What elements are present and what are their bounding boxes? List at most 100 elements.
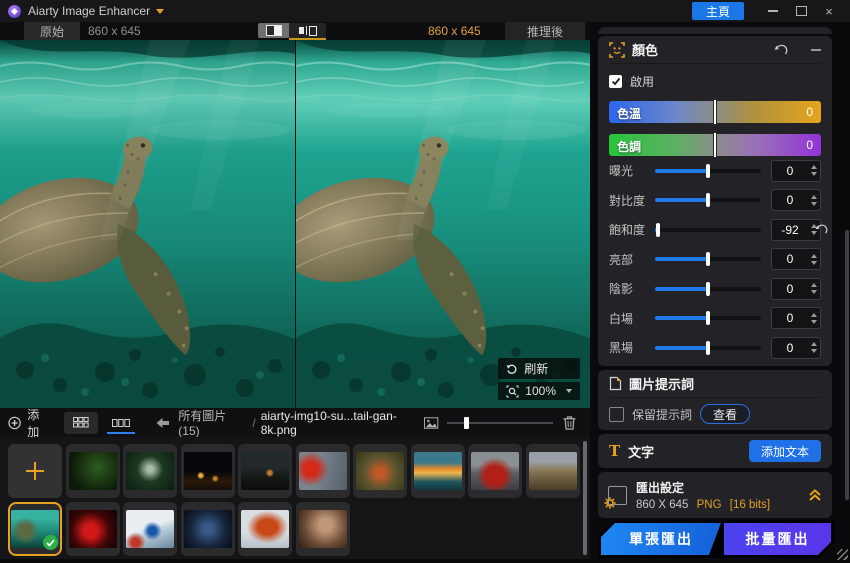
panel-scrollbar[interactable] [845, 230, 849, 500]
delete-button[interactable] [563, 416, 576, 430]
shadows-value: 0 [772, 282, 808, 296]
temperature-slider[interactable]: 色溫 0 [609, 101, 821, 123]
exposure-label: 曝光 [609, 162, 655, 179]
minimize-button[interactable] [760, 1, 786, 21]
after-image[interactable]: 刷新 100% [295, 40, 591, 408]
view-sidebyside-toggle[interactable] [289, 23, 326, 38]
export-settings[interactable]: 匯出設定 860 X 645 PNG [16 bits] [598, 472, 832, 518]
prompt-page-icon [609, 376, 622, 391]
export-single-button[interactable]: 單張匯出 [601, 523, 721, 555]
zoom-level-value: 100% [525, 384, 556, 398]
tab-after[interactable]: 推理後 [505, 22, 585, 40]
maximize-button[interactable] [788, 1, 814, 21]
title-dropdown-icon[interactable] [156, 9, 164, 14]
resize-grip[interactable] [837, 549, 848, 560]
refresh-icon [506, 363, 518, 375]
magnifier-icon [506, 385, 519, 398]
slider-row-shadows: 陰影 0 [609, 274, 821, 304]
saturation-undo-icon[interactable] [815, 223, 829, 235]
export-button-dock: 單張匯出 批量匯出 [598, 520, 834, 558]
thumbnail-size-slider[interactable] [447, 417, 553, 429]
thumbnail-heron[interactable] [123, 444, 177, 498]
add-images-label: 添加 [27, 406, 50, 440]
exposure-value-box[interactable]: 0 [771, 160, 821, 182]
home-button[interactable]: 主頁 [692, 2, 744, 20]
whites-value: 0 [772, 311, 808, 325]
view-split-toggle[interactable] [258, 23, 289, 38]
exposure-stepper[interactable] [808, 165, 820, 176]
contrast-slider[interactable] [655, 198, 761, 202]
breadcrumb-filename: aiarty-img10-su...tail-gan-8k.png [261, 409, 425, 437]
shadows-label: 陰影 [609, 280, 655, 297]
view-prompt-button[interactable]: 查看 [700, 404, 750, 424]
thumbnail-lake-house[interactable] [238, 444, 292, 498]
thumbnail-octopus[interactable] [181, 502, 235, 556]
thumbnail-woman-portrait[interactable] [296, 502, 350, 556]
add-image-tile[interactable] [8, 444, 62, 498]
thumbnail-kid-portrait[interactable] [353, 444, 407, 498]
thumbnail-sea-turtle-selected[interactable] [8, 502, 62, 556]
shadows-value-box[interactable]: 0 [771, 278, 821, 300]
contrast-value-box[interactable]: 0 [771, 189, 821, 211]
slider-row-highlights: 亮部 0 [609, 245, 821, 275]
highlights-value-box[interactable]: 0 [771, 248, 821, 270]
close-button[interactable]: × [816, 1, 842, 21]
blacks-stepper[interactable] [808, 342, 820, 353]
blacks-value-box[interactable]: 0 [771, 337, 821, 359]
breadcrumb-all-images[interactable]: 所有圖片 (15) [178, 407, 247, 438]
contrast-value: 0 [772, 193, 808, 207]
thumbnail-red-car[interactable] [468, 444, 522, 498]
tint-slider[interactable]: 色調 0 [609, 134, 821, 156]
title-bar: Aiarty Image Enhancer 主頁 × [0, 0, 850, 22]
saturation-label: 飽和度 [609, 221, 655, 238]
thumbnail-jungle-bird[interactable] [66, 444, 120, 498]
contrast-stepper[interactable] [808, 195, 820, 206]
highlights-slider[interactable] [655, 257, 761, 261]
collapse-export-icon[interactable] [808, 488, 822, 502]
filmstrip-view-button[interactable] [104, 412, 138, 434]
undo-icon[interactable] [774, 43, 789, 56]
enable-checkbox[interactable] [609, 75, 622, 88]
grid-view-button[interactable] [64, 412, 98, 434]
whites-slider[interactable] [655, 316, 761, 320]
export-size: 860 X 645 [636, 499, 688, 511]
thumbnail-sunset[interactable] [411, 444, 465, 498]
thumbnail-red-fish[interactable] [66, 502, 120, 556]
blacks-slider[interactable] [655, 346, 761, 350]
add-images-button[interactable]: 添加 [8, 406, 50, 440]
highlights-stepper[interactable] [808, 254, 820, 265]
collapse-section-icon[interactable] [811, 49, 821, 51]
temperature-handle[interactable] [713, 99, 717, 125]
split-view-icon [266, 25, 282, 36]
thumbnail-scrollbar[interactable] [583, 441, 587, 555]
thumbnail-greek-house[interactable] [123, 502, 177, 556]
before-image[interactable] [0, 40, 295, 408]
export-batch-button[interactable]: 批量匯出 [724, 523, 831, 555]
temperature-label: 色溫 [617, 105, 641, 122]
zoom-level-control[interactable]: 100% [498, 382, 580, 400]
thumbnail-flower-hummingbird[interactable] [296, 444, 350, 498]
shadows-slider[interactable] [655, 287, 761, 291]
back-arrow-icon [156, 417, 170, 429]
color-section-icon [609, 42, 625, 58]
saturation-slider[interactable] [655, 228, 761, 232]
thumbnail-size-handle[interactable] [464, 417, 469, 429]
refresh-button[interactable]: 刷新 [498, 358, 580, 379]
exposure-slider[interactable] [655, 169, 761, 173]
thumbnail-night-city[interactable] [181, 444, 235, 498]
add-circle-icon [8, 416, 21, 430]
saturation-value-box[interactable]: -92 [771, 219, 821, 241]
back-button[interactable] [156, 417, 170, 429]
keep-prompt-checkbox[interactable] [609, 407, 624, 422]
whites-stepper[interactable] [808, 313, 820, 324]
whites-value-box[interactable]: 0 [771, 307, 821, 329]
adjustments-panel: 顏色 啟用 色溫 0 [590, 22, 850, 563]
thumbnail-strip [0, 437, 590, 563]
tint-handle[interactable] [713, 132, 717, 158]
shadows-stepper[interactable] [808, 283, 820, 294]
add-text-button[interactable]: 添加文本 [749, 440, 821, 462]
thumbnail-red-helicopter[interactable] [238, 502, 292, 556]
thumbnail-size-icon [424, 417, 438, 429]
thumbnail-village-street[interactable] [526, 444, 580, 498]
tab-original[interactable]: 原始 [24, 22, 80, 40]
